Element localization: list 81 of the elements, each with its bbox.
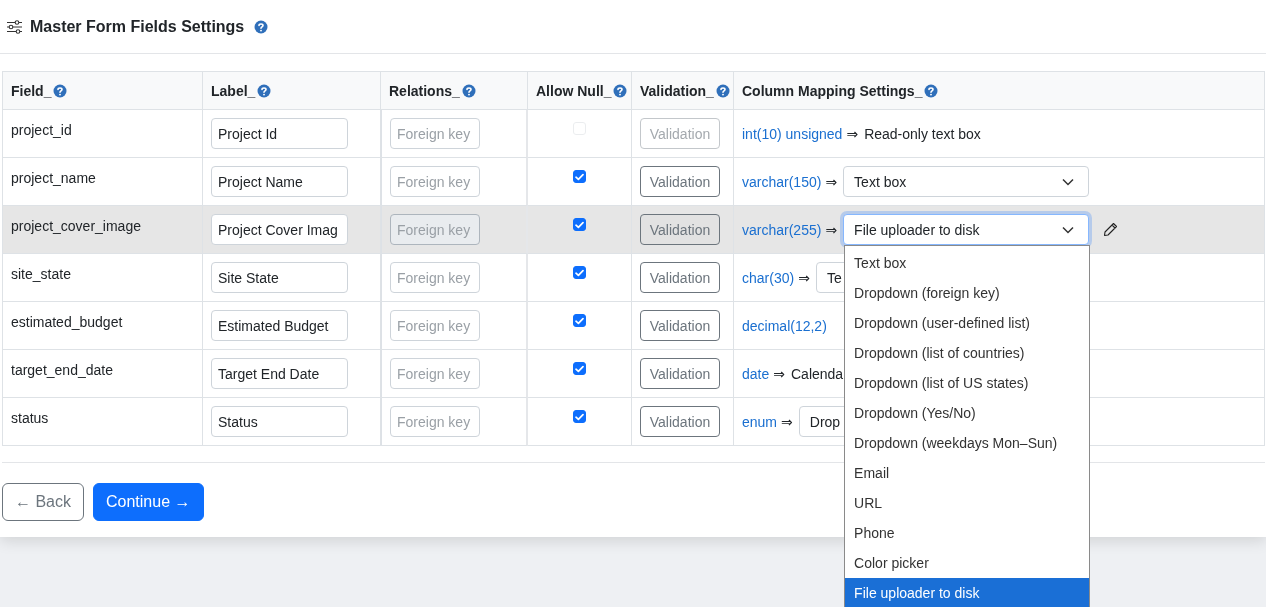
allow-null-checkbox[interactable]	[573, 362, 586, 375]
foreign-key-field[interactable]: Foreign key	[390, 358, 480, 389]
validation-button[interactable]: Validation	[640, 310, 720, 341]
help-icon	[53, 83, 68, 98]
input-type-text: Calenda	[791, 365, 844, 382]
column-type: int(10) unsigned	[742, 125, 843, 142]
foreign-key-field[interactable]: Foreign key	[390, 310, 480, 341]
label-field[interactable]: Estimated Budget	[211, 310, 348, 341]
allow-null-checkbox[interactable]	[573, 314, 586, 327]
input-type-select[interactable]: File uploader to disk	[843, 214, 1090, 245]
foreign-key-field[interactable]: Foreign key	[390, 166, 480, 197]
allow-null-checkbox[interactable]	[573, 266, 586, 279]
foreign-key-field[interactable]: Foreign key	[390, 262, 480, 293]
validation-button[interactable]: Validation	[640, 358, 720, 389]
dropdown-option[interactable]: Dropdown (user-defined list)	[845, 308, 1090, 338]
dropdown-option[interactable]: Dropdown (foreign key)	[845, 278, 1090, 308]
back-button[interactable]: ← Back	[2, 483, 84, 521]
column-header: Field_	[11, 82, 52, 99]
field-name: site_state	[11, 266, 71, 282]
label-field[interactable]: Target End Date	[211, 358, 348, 389]
dropdown-option[interactable]: Phone	[845, 518, 1090, 548]
foreign-key-field[interactable]: Foreign key	[390, 406, 480, 437]
sliders-icon	[6, 19, 23, 34]
dropdown-option[interactable]: Dropdown (weekdays Mon–Sun)	[845, 428, 1090, 458]
mapping-arrow: ⇒	[825, 221, 838, 238]
column-header: Column Mapping Settings_	[742, 82, 923, 99]
label-field[interactable]: Project Cover Imag	[211, 214, 348, 245]
foreign-key-field[interactable]: Foreign key	[390, 118, 480, 149]
dropdown-option[interactable]: Dropdown (Yes/No)	[845, 398, 1090, 428]
column-header: Allow Null_	[536, 82, 612, 99]
page-title: Master Form Fields Settings	[30, 17, 245, 36]
foreign-key-field[interactable]: Foreign key	[390, 214, 480, 245]
dropdown-option[interactable]: Dropdown (list of countries)	[845, 338, 1090, 368]
chevron-down-icon	[1062, 225, 1075, 234]
dropdown-option[interactable]: File uploader to disk	[845, 578, 1090, 607]
mapping-arrow: ⇒	[846, 125, 859, 142]
mapping-arrow: ⇒	[798, 269, 810, 286]
column-type: decimal(12,2)	[742, 317, 827, 334]
mapping-arrow: ⇒	[781, 413, 793, 430]
continue-button[interactable]: Continue →	[93, 483, 204, 521]
column-type: varchar(255)	[742, 221, 822, 238]
validation-button[interactable]: Validation	[640, 214, 720, 245]
label-field[interactable]: Project Id	[211, 118, 348, 149]
help-icon	[613, 83, 628, 98]
validation-button[interactable]: Validation	[640, 262, 720, 293]
help-icon	[257, 83, 272, 98]
label-field[interactable]: Site State	[211, 262, 348, 293]
allow-null-checkbox[interactable]	[573, 170, 586, 183]
field-name: status	[11, 410, 49, 426]
validation-button[interactable]: Validation	[640, 166, 720, 197]
validation-button[interactable]: Validation	[640, 406, 720, 437]
column-type: varchar(150)	[742, 173, 822, 190]
column-type: date	[742, 365, 770, 382]
column-header: Validation_	[640, 82, 714, 99]
column-header: Label_	[211, 82, 256, 99]
field-name: project_cover_image	[11, 218, 141, 234]
column-header: Relations_	[389, 82, 460, 99]
field-name: project_id	[11, 122, 72, 138]
input-type-select[interactable]: Text box	[843, 166, 1090, 197]
field-name: estimated_budget	[11, 314, 123, 330]
field-name: target_end_date	[11, 362, 113, 378]
dropdown-option[interactable]: URL	[845, 488, 1090, 518]
column-type: enum	[742, 413, 778, 430]
help-icon	[715, 83, 730, 98]
chevron-down-icon	[1062, 177, 1075, 186]
help-icon	[461, 83, 476, 98]
input-type-text: Read-only text box	[864, 125, 981, 142]
dropdown-option[interactable]: Color picker	[845, 548, 1090, 578]
label-field[interactable]: Status	[211, 406, 348, 437]
help-icon	[254, 19, 269, 34]
mapping-arrow: ⇒	[773, 365, 785, 382]
allow-null-checkbox[interactable]	[573, 218, 586, 231]
dropdown-option[interactable]: Dropdown (list of US states)	[845, 368, 1090, 398]
dropdown-option[interactable]: Email	[845, 458, 1090, 488]
mapping-arrow: ⇒	[825, 173, 838, 190]
help-icon	[924, 83, 939, 98]
column-type: char(30)	[742, 269, 795, 286]
field-name: project_name	[11, 170, 96, 186]
allow-null-checkbox[interactable]	[573, 410, 586, 423]
label-field[interactable]: Project Name	[211, 166, 348, 197]
dropdown-option[interactable]: Text box	[845, 248, 1090, 278]
